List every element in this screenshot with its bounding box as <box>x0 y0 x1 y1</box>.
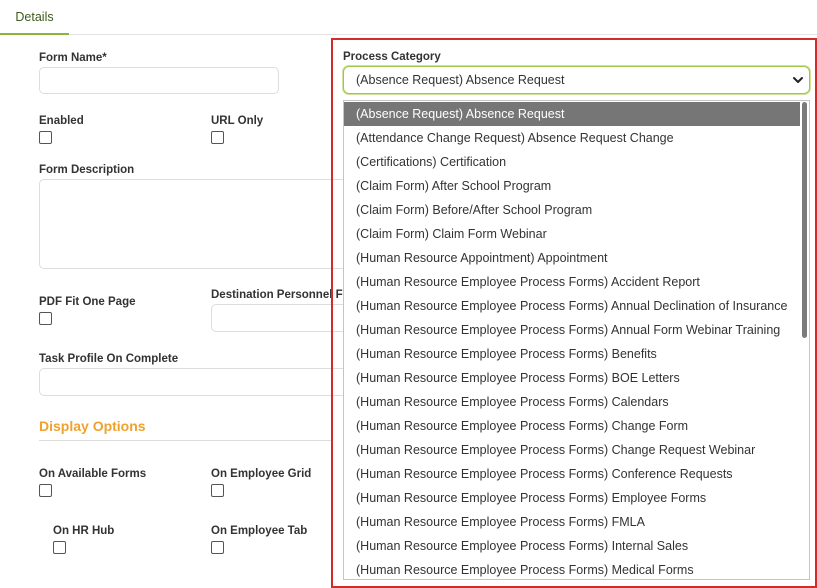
form-description-textarea[interactable] <box>39 179 349 269</box>
enabled-label: Enabled <box>39 115 84 127</box>
on-available-forms-label: On Available Forms <box>39 468 147 480</box>
on-hr-hub-checkbox[interactable] <box>53 541 66 554</box>
tab-bar: Details <box>0 0 817 35</box>
enabled-checkbox[interactable] <box>39 131 52 144</box>
task-profile-label: Task Profile On Complete <box>39 353 179 365</box>
section-divider <box>39 440 331 441</box>
destination-personnel-label: Destination Personnel Fo <box>211 289 350 301</box>
form-description-label: Form Description <box>39 164 135 176</box>
url-only-label: URL Only <box>211 115 264 127</box>
url-only-checkbox[interactable] <box>211 131 224 144</box>
task-profile-input[interactable] <box>39 368 349 396</box>
on-hr-hub-label: On HR Hub <box>53 525 115 537</box>
on-available-forms-checkbox[interactable] <box>39 484 52 497</box>
on-employee-grid-label: On Employee Grid <box>211 468 312 480</box>
on-employee-tab-checkbox[interactable] <box>211 541 224 554</box>
form-name-input[interactable] <box>39 67 279 94</box>
on-employee-grid-checkbox[interactable] <box>211 484 224 497</box>
pdf-fit-one-page-checkbox[interactable] <box>39 312 52 325</box>
tab-details[interactable]: Details <box>0 0 69 35</box>
display-options-title: Display Options <box>39 418 146 434</box>
form-name-label: Form Name* <box>39 52 107 64</box>
pdf-fit-one-page-label: PDF Fit One Page <box>39 296 136 308</box>
destination-personnel-input[interactable] <box>211 304 351 332</box>
highlight-box <box>331 38 817 588</box>
on-employee-tab-label: On Employee Tab <box>211 525 308 537</box>
